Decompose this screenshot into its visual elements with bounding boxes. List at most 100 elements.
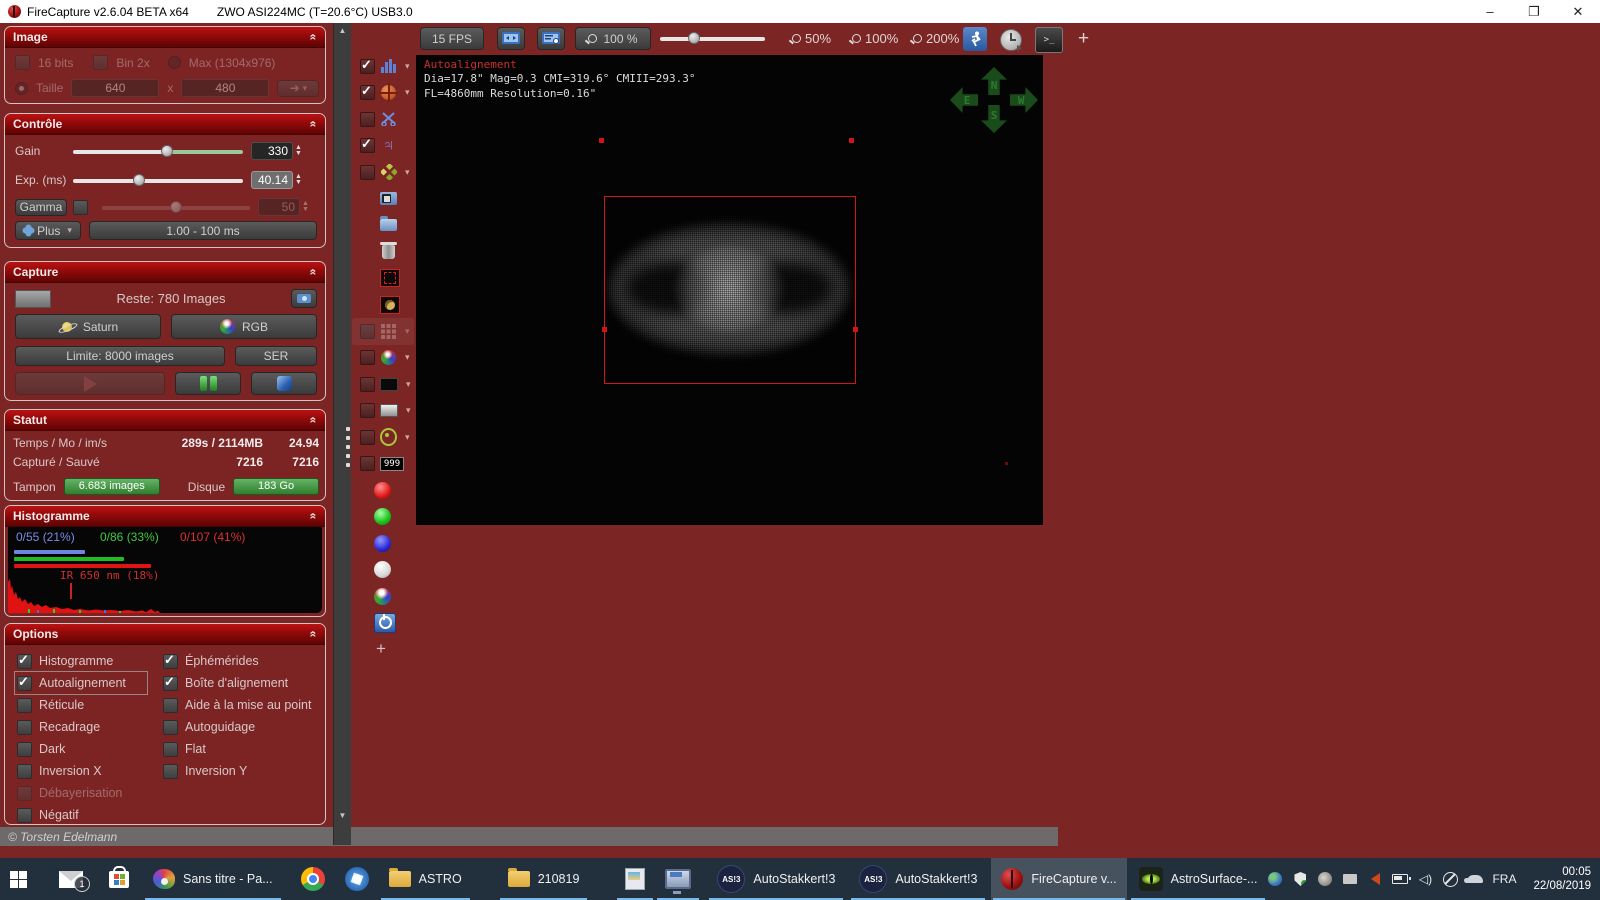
gamma-slider-thumb[interactable] — [170, 201, 182, 213]
alignment-box[interactable] — [602, 196, 858, 384]
collapse-chevron-icon[interactable]: « — [307, 631, 321, 638]
chevron-down-icon[interactable]: ▾ — [405, 432, 410, 443]
restore-button[interactable]: ❐ — [1512, 0, 1556, 23]
bin2x-checkbox[interactable] — [93, 55, 109, 70]
collapse-chevron-icon[interactable]: « — [307, 34, 321, 41]
open-folder-icon[interactable] — [380, 216, 397, 234]
dark-frame-icon[interactable] — [380, 269, 400, 288]
splitter-handle[interactable] — [346, 427, 350, 467]
add-tool-button[interactable]: + — [376, 639, 386, 659]
taskbar-clock[interactable]: 00:05 22/08/2019 — [1525, 865, 1599, 893]
frame-counter-icon[interactable]: 999 — [380, 456, 404, 471]
reticule-checkbox[interactable] — [17, 697, 32, 713]
capture-panel-header[interactable]: Capture « — [5, 262, 325, 283]
film-folder-icon[interactable] — [380, 190, 397, 207]
green-channel-button[interactable] — [374, 508, 391, 526]
histogramme-panel-header[interactable]: Histogramme « — [5, 506, 325, 527]
chevron-down-icon[interactable]: ▾ — [405, 87, 410, 98]
blue-channel-button[interactable] — [374, 534, 391, 552]
flat-swatch-icon[interactable] — [380, 404, 398, 418]
stop-button[interactable] — [251, 372, 317, 395]
scroll-down-icon[interactable]: ▼ — [334, 811, 351, 820]
moon-phase-icon[interactable] — [1317, 871, 1333, 887]
autoguidage-checkbox[interactable] — [163, 719, 178, 735]
zoom-200-link[interactable]: 200% — [913, 31, 959, 46]
camera-preview[interactable]: Autoalignement Dia=17.8" Mag=0.3 CMI=319… — [416, 55, 1043, 525]
collapse-chevron-icon[interactable]: « — [307, 417, 321, 424]
chevron-down-icon[interactable]: ▾ — [406, 379, 411, 390]
resolution-dropdown[interactable]: ➜ ▾ — [277, 79, 320, 97]
guide-target-checkbox[interactable] — [360, 429, 375, 445]
collapse-chevron-icon[interactable]: « — [307, 513, 321, 520]
audio-device-icon[interactable] — [1367, 871, 1383, 887]
ser-format-button[interactable]: SER — [235, 346, 317, 366]
chevron-down-icon[interactable]: ▾ — [405, 167, 410, 178]
autostakkert-button-1[interactable]: AS!3 AutoStakkert!3 — [707, 858, 845, 900]
flat-apply-checkbox[interactable] — [360, 403, 375, 419]
dark-swatch-icon[interactable] — [380, 377, 398, 391]
gamma-spinner[interactable]: ▲ ▼ — [302, 200, 309, 213]
scissors-icon[interactable] — [380, 111, 397, 128]
language-indicator[interactable]: FRA — [1492, 871, 1516, 887]
quality-toggle-checkbox[interactable] — [360, 164, 375, 180]
astrosurface-button[interactable]: AstroSurface-... — [1129, 858, 1268, 900]
start-button[interactable] — [0, 858, 37, 900]
alignment-box-handle[interactable] — [602, 327, 607, 332]
gamma-slider[interactable] — [102, 201, 250, 213]
inversion-x-checkbox[interactable] — [17, 763, 32, 779]
aide-mise-au-point-checkbox[interactable] — [163, 697, 178, 713]
zoom-slider-thumb[interactable] — [688, 32, 700, 44]
gain-slider-thumb[interactable] — [161, 145, 173, 157]
firecapture-taskbar-button[interactable]: FireCapture v... — [991, 858, 1127, 900]
gain-value-field[interactable]: 330 — [251, 142, 293, 160]
compass-north-arrow[interactable]: N — [981, 67, 1007, 95]
color-balance-checkbox[interactable] — [360, 350, 375, 366]
compass-east-arrow[interactable]: E — [950, 87, 978, 113]
bad-pixel-icon[interactable] — [380, 295, 400, 314]
autoalignement-checkbox[interactable] — [17, 674, 32, 691]
dvd-app-button[interactable] — [335, 858, 379, 900]
scroll-up-icon[interactable]: ▲ — [334, 26, 351, 35]
fps-button[interactable]: 15 FPS — [420, 27, 484, 50]
histogram-toggle-checkbox[interactable] — [360, 57, 375, 74]
max-radio[interactable] — [167, 56, 181, 69]
alignment-box-handle[interactable] — [853, 327, 858, 332]
compass-south-arrow[interactable]: S — [981, 105, 1007, 133]
trash-icon[interactable] — [380, 241, 397, 260]
image-panel-header[interactable]: Image « — [5, 27, 325, 48]
compass-west-arrow[interactable]: W — [1010, 87, 1038, 113]
green-target-icon[interactable] — [380, 428, 397, 447]
object-button[interactable]: Saturn — [15, 314, 161, 339]
display-settings-button[interactable] — [537, 27, 565, 50]
zoom-50-link[interactable]: 50% — [792, 31, 831, 46]
timer-button[interactable] — [998, 27, 1024, 53]
add-toolbar-button[interactable]: + — [1078, 28, 1089, 50]
ephemerides-checkbox[interactable] — [163, 652, 178, 669]
height-field[interactable]: 480 — [181, 79, 270, 97]
gain-spinner[interactable]: ▲ ▼ — [295, 144, 302, 157]
pause-button[interactable] — [175, 372, 241, 395]
astro-folder-button[interactable]: ASTRO — [379, 858, 472, 900]
crop-toggle-checkbox[interactable] — [360, 111, 375, 127]
paint-app-button[interactable]: Sans titre - Pa... — [143, 858, 283, 900]
jupiter-symbol-icon[interactable]: ♃ — [380, 137, 397, 154]
rgb-button[interactable]: RGB — [171, 314, 317, 339]
exposure-value-field[interactable]: 40.14 — [251, 171, 293, 189]
autoalign-toggle-checkbox[interactable] — [360, 83, 375, 101]
zoom-100-link[interactable]: 100% — [852, 31, 898, 46]
ephemerides-toggle-checkbox[interactable] — [360, 136, 375, 154]
controle-panel-header[interactable]: Contrôle « — [5, 114, 325, 135]
rgb-channel-button[interactable] — [374, 587, 391, 605]
collapse-chevron-icon[interactable]: « — [307, 269, 321, 276]
options-panel-header[interactable]: Options « — [5, 624, 325, 645]
battery-icon[interactable] — [1392, 871, 1412, 887]
negatif-checkbox[interactable] — [17, 807, 32, 823]
photo-viewer-button[interactable] — [615, 858, 655, 900]
gain-slider[interactable] — [73, 145, 243, 157]
red-channel-button[interactable] — [374, 481, 391, 499]
chevron-down-icon[interactable]: ▾ — [405, 352, 410, 363]
bits16-checkbox[interactable] — [15, 55, 30, 70]
display-tray-icon[interactable] — [1342, 871, 1358, 887]
gamma-checkbox[interactable] — [73, 199, 88, 215]
exposure-spinner[interactable]: ▲ ▼ — [295, 173, 302, 186]
